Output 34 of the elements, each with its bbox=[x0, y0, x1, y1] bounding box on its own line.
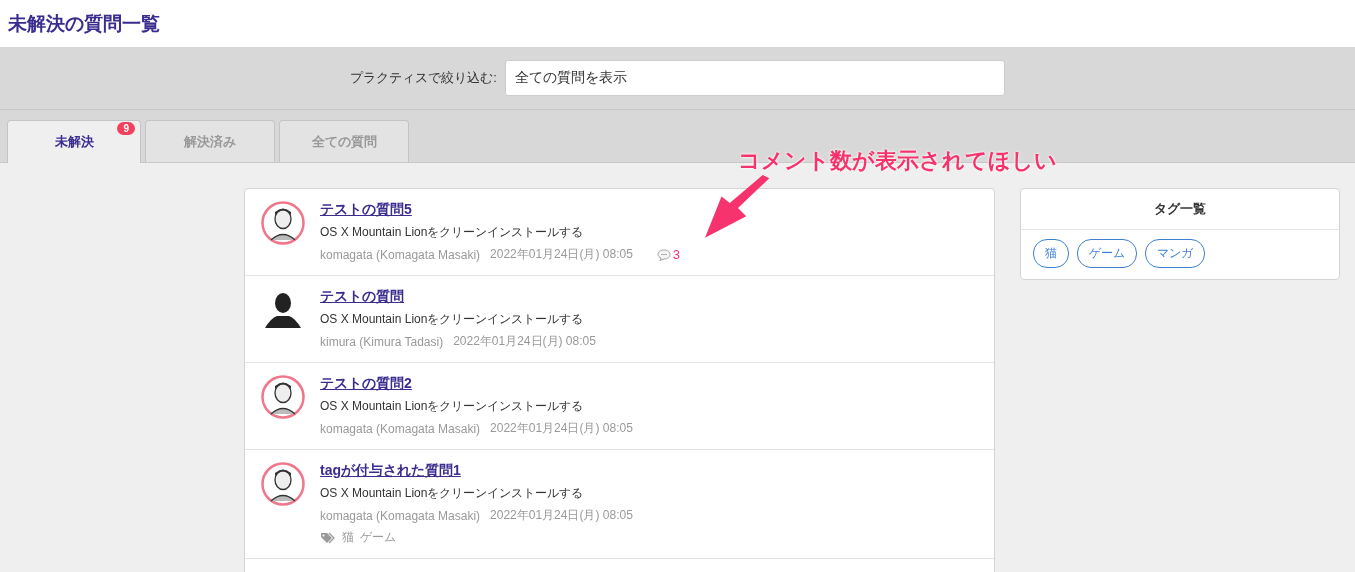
speech-bubble-icon bbox=[656, 248, 671, 261]
tab[interactable]: 全ての質問 bbox=[279, 120, 409, 162]
practice-select[interactable]: 全ての質問を表示 bbox=[504, 60, 1005, 96]
question-title-link[interactable]: tagが付与された質問1 bbox=[320, 462, 633, 480]
question-title-link[interactable]: テストの質問5 bbox=[320, 201, 681, 219]
page-title: 未解決の質問一覧 bbox=[8, 11, 160, 36]
tab[interactable]: 解決済み bbox=[145, 120, 275, 162]
tag-link[interactable]: 猫 bbox=[342, 529, 354, 546]
post-date: 2022年01月24日(月) 08:05 bbox=[490, 420, 633, 437]
panel-title: タグ一覧 bbox=[1021, 189, 1339, 230]
annotation-text: コメント数が表示されてほしい bbox=[738, 148, 1057, 173]
avatar-icon bbox=[261, 375, 305, 419]
practice-name: OS X Mountain Lionをクリーンインストールする bbox=[320, 224, 585, 241]
practice-name: OS X Mountain Lionをクリーンインストールする bbox=[320, 398, 585, 415]
author-name: kimura (Kimura Tadasi) bbox=[320, 334, 444, 349]
post-date: 2022年01月24日(月) 08:05 bbox=[453, 333, 596, 350]
tag-link[interactable]: ゲーム bbox=[360, 529, 396, 546]
post-date: 2022年01月24日(月) 08:05 bbox=[490, 246, 633, 263]
tags-icon bbox=[320, 531, 336, 544]
avatar-icon bbox=[261, 462, 305, 506]
practice-name: OS X Mountain Lionをクリーンインストールする bbox=[320, 485, 585, 502]
tag-pill[interactable]: 猫 bbox=[1033, 239, 1069, 268]
author-name: komagata (Komagata Masaki) bbox=[320, 247, 481, 262]
filter-label: プラクティスで絞り込む: bbox=[350, 69, 497, 87]
practice-name: OS X Mountain Lionをクリーンインストールする bbox=[320, 311, 585, 328]
question-title-link[interactable]: テストの質問2 bbox=[320, 375, 633, 393]
author-name: komagata (Komagata Masaki) bbox=[320, 508, 481, 523]
post-date: 2022年01月24日(月) 08:05 bbox=[490, 507, 633, 524]
tag-pill[interactable]: ゲーム bbox=[1077, 239, 1137, 268]
question-title-link[interactable]: テストの質問 bbox=[320, 288, 596, 306]
comment-count: 3 bbox=[672, 247, 681, 262]
avatar-icon bbox=[261, 201, 305, 245]
author-name: komagata (Komagata Masaki) bbox=[320, 421, 481, 436]
tag-pill[interactable]: マンガ bbox=[1145, 239, 1205, 268]
